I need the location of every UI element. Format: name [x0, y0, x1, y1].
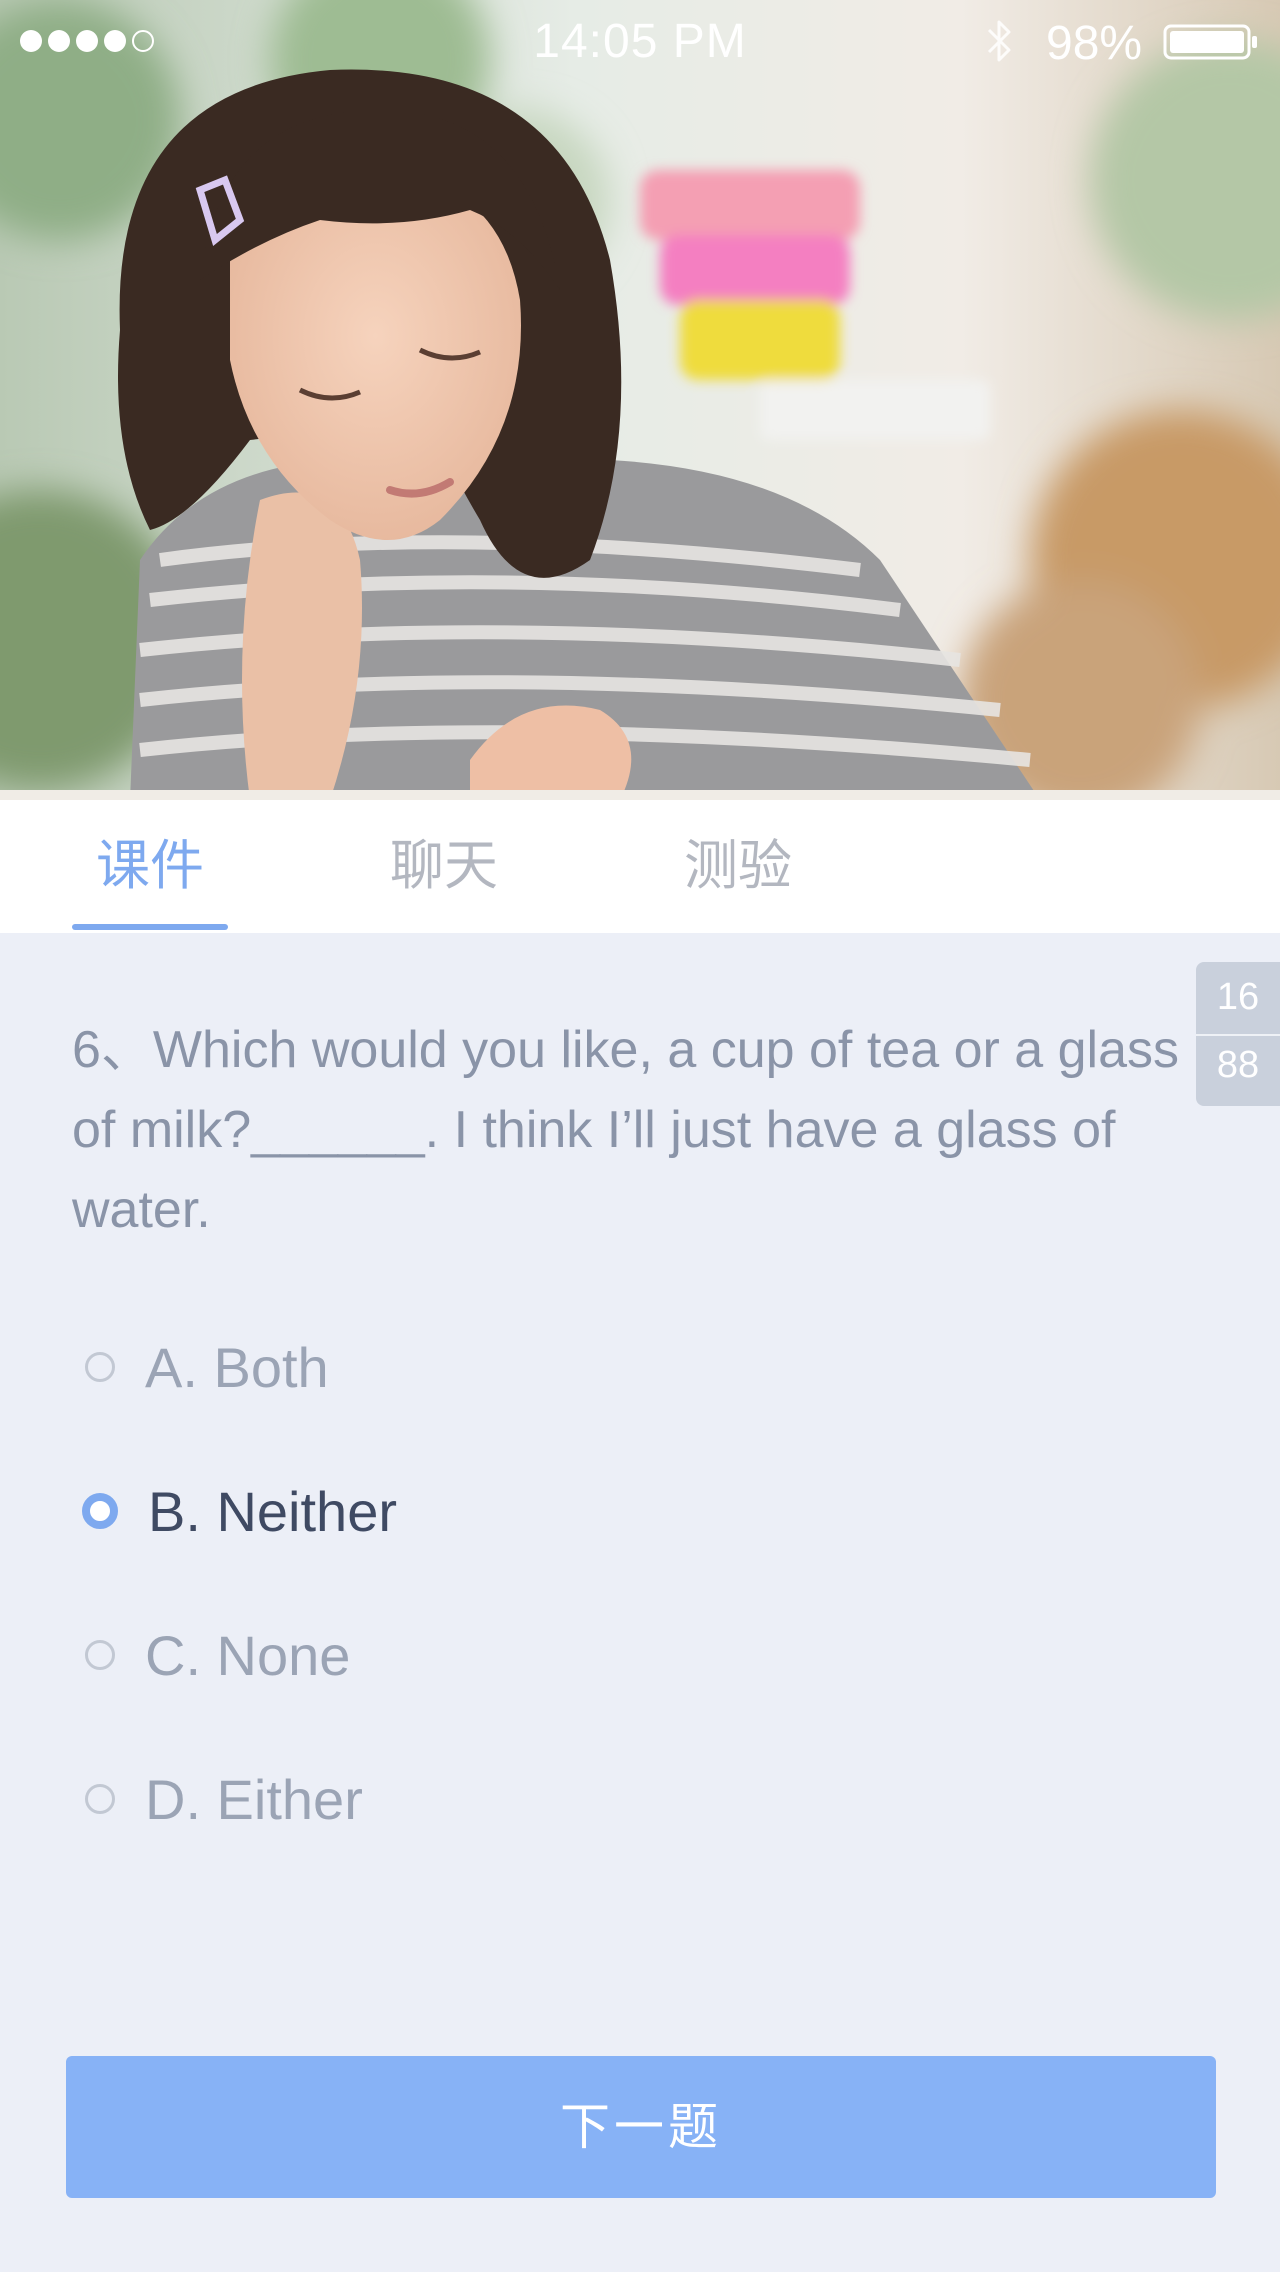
progress-divider: [1196, 1034, 1280, 1036]
option-label: D. Either: [145, 1767, 363, 1831]
active-tab-indicator: [72, 924, 228, 930]
option-label: A. Both: [145, 1335, 329, 1399]
radio-button-selected[interactable]: [82, 1493, 118, 1529]
radio-button[interactable]: [85, 1352, 115, 1382]
tab-chat[interactable]: 聊天: [366, 800, 522, 933]
radio-button[interactable]: [85, 1640, 115, 1670]
status-bar: 14:05 PM 98%: [0, 0, 1280, 80]
question-text: 6、Which would you like, a cup of tea or …: [72, 1021, 1180, 1239]
progress-current: 16: [1216, 976, 1260, 1018]
battery-icon: [1163, 24, 1257, 60]
bluetooth-icon: [987, 20, 1011, 62]
option-label: B. Neither: [148, 1479, 397, 1543]
question-progress-badge: 16 88: [1196, 962, 1280, 1106]
lesson-video-image[interactable]: [0, 0, 1280, 800]
option-a[interactable]: A. Both: [72, 1312, 1172, 1422]
tab-quiz[interactable]: 测验: [660, 800, 816, 933]
option-b[interactable]: B. Neither: [72, 1456, 1172, 1566]
option-d[interactable]: D. Either: [72, 1744, 1172, 1854]
option-label: C. None: [145, 1623, 351, 1687]
progress-total: 88: [1216, 1044, 1260, 1086]
radio-button[interactable]: [85, 1784, 115, 1814]
next-question-button[interactable]: 下一题: [66, 2056, 1216, 2198]
option-c[interactable]: C. None: [72, 1600, 1172, 1710]
tab-courseware[interactable]: 课件: [72, 800, 228, 933]
tab-bar: 课件 聊天 测验: [0, 800, 1280, 933]
battery-percent: 98%: [1046, 17, 1143, 70]
girl-reading-photo: [0, 0, 1280, 800]
